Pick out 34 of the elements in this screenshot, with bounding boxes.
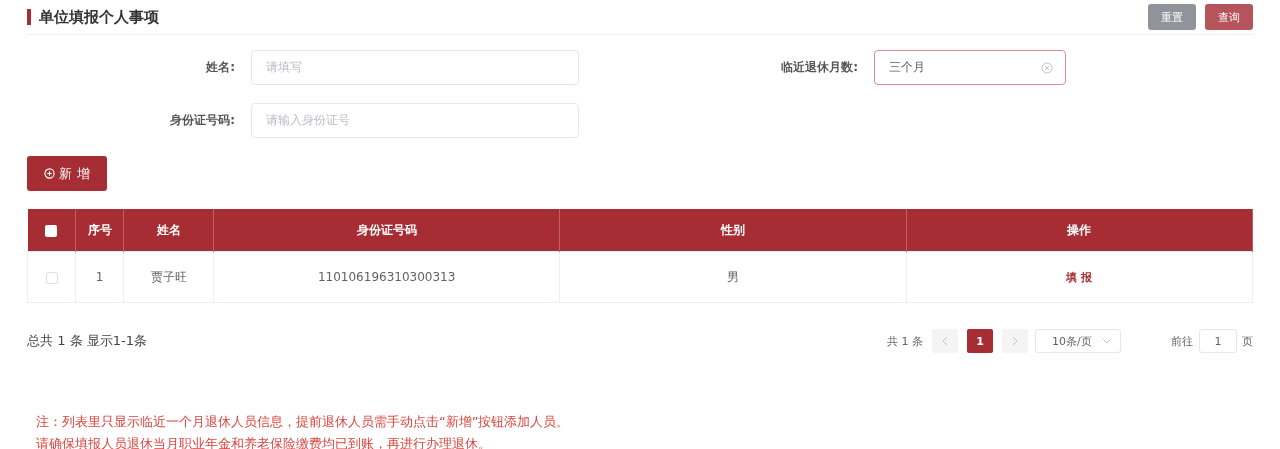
table-cell: 1 bbox=[75, 251, 124, 303]
column-header: 身份证号码 bbox=[213, 209, 560, 252]
column-header: 性别 bbox=[559, 209, 907, 252]
fill-report-link[interactable]: 填 报 bbox=[1066, 270, 1093, 284]
page-button[interactable]: 1 bbox=[967, 329, 993, 353]
table-cell: 110106196310300313 bbox=[213, 251, 560, 303]
select-all-checkbox[interactable] bbox=[45, 224, 58, 237]
goto-label: 前往 bbox=[1171, 333, 1193, 349]
page-title: 单位填报个人事项 bbox=[27, 9, 159, 25]
row-checkbox[interactable] bbox=[45, 271, 58, 284]
field-label: 姓名: bbox=[205, 59, 236, 76]
total-summary: 总共 1 条 显示1-1条 bbox=[27, 332, 147, 350]
note-text: 注：列表里只显示临近一个月退休人员信息，提前退休人员需手动点击“新增”按钮添加人员。 bbox=[36, 413, 571, 431]
column-header: 操作 bbox=[906, 209, 1253, 252]
clear-icon[interactable] bbox=[1041, 61, 1053, 74]
page-size-select[interactable]: 10条/页 bbox=[1035, 329, 1121, 353]
chevron-right-icon bbox=[1011, 336, 1019, 346]
search-button[interactable]: 查询 bbox=[1205, 4, 1253, 30]
column-header: 姓名 bbox=[123, 209, 214, 252]
caret-icon bbox=[1102, 338, 1112, 344]
goto-page-field[interactable]: 1 bbox=[1199, 329, 1237, 353]
field-label: 临近退休月数: bbox=[780, 59, 859, 76]
table-cell: 男 bbox=[559, 251, 907, 303]
add-button[interactable]: 新 增 bbox=[27, 156, 107, 191]
total-count: 共 1 条 bbox=[887, 333, 923, 349]
prev-page-button[interactable] bbox=[932, 329, 958, 353]
page-suffix: 页 bbox=[1242, 333, 1253, 349]
plus-circle-icon bbox=[44, 168, 56, 179]
input-field[interactable]: 三个月 bbox=[874, 50, 1066, 85]
table-cell: 贾子旺 bbox=[123, 251, 214, 303]
column-header: 序号 bbox=[75, 209, 124, 252]
chevron-left-icon bbox=[941, 336, 949, 346]
next-page-button[interactable] bbox=[1002, 329, 1028, 353]
field-label: 身份证号码: bbox=[169, 112, 236, 129]
